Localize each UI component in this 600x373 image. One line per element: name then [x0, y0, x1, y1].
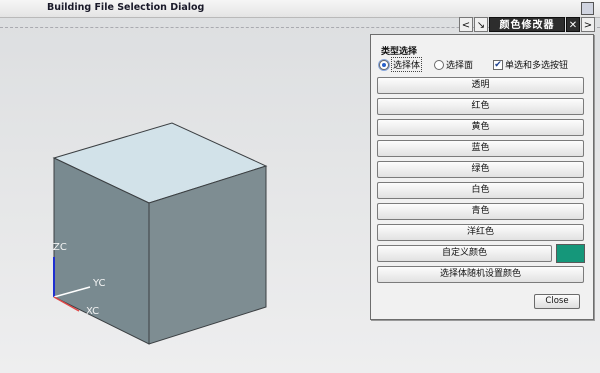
- forward-arrow-icon[interactable]: >: [581, 17, 595, 32]
- custom-color-swatch[interactable]: [556, 244, 585, 263]
- transparent-button[interactable]: 透明: [377, 77, 584, 94]
- random-color-button[interactable]: 选择体随机设置颜色: [377, 266, 584, 283]
- select-body-label: 选择体: [391, 57, 423, 72]
- back-arrow-icon[interactable]: <: [459, 17, 473, 32]
- select-body-radio[interactable]: 选择体: [379, 57, 423, 72]
- radio-checked-icon: [379, 59, 389, 70]
- color-modifier-panel: 类型选择 选择体 选择面 ✔ 单选和多选按钮 透明 红色 黄色 蓝色 绿色 白色…: [370, 34, 594, 320]
- white-button[interactable]: 白色: [377, 182, 584, 199]
- magenta-button[interactable]: 洋红色: [377, 224, 584, 241]
- single-multi-checkbox[interactable]: ✔ 单选和多选按钮: [493, 58, 568, 71]
- cyan-button[interactable]: 青色: [377, 203, 584, 220]
- type-options: 选择体 选择面 ✔ 单选和多选按钮: [379, 57, 576, 72]
- select-face-radio[interactable]: 选择面: [434, 58, 473, 71]
- green-button[interactable]: 绿色: [377, 161, 584, 178]
- y-axis-label: YC: [93, 278, 106, 289]
- section-title: 类型选择: [381, 47, 418, 57]
- pin-icon[interactable]: ↘: [474, 17, 488, 32]
- x-axis-label: XC: [86, 306, 100, 317]
- single-multi-label: 单选和多选按钮: [505, 61, 569, 71]
- checkmark-icon: ✔: [493, 59, 504, 70]
- panel-header: < ↘ 颜色修改器 ✕ >: [459, 17, 595, 32]
- select-face-label: 选择面: [446, 61, 474, 71]
- yellow-button[interactable]: 黄色: [377, 119, 584, 136]
- panel-title: 颜色修改器: [489, 17, 565, 32]
- close-button[interactable]: Close: [534, 294, 580, 309]
- blue-button[interactable]: 蓝色: [377, 140, 584, 157]
- z-axis-label: ZC: [53, 242, 67, 253]
- close-icon[interactable]: ✕: [566, 17, 580, 32]
- radio-unchecked-icon: [434, 59, 445, 70]
- custom-color-button[interactable]: 自定义颜色: [377, 245, 552, 262]
- red-button[interactable]: 红色: [377, 98, 584, 115]
